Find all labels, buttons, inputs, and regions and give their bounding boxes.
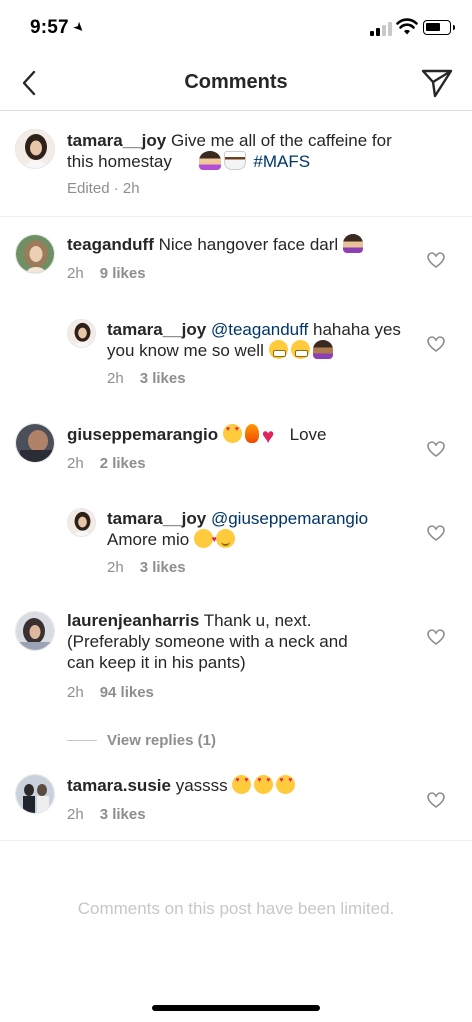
- heart-eyes-emoji: [276, 775, 296, 794]
- relieved-emoji: [215, 529, 235, 548]
- divider: [0, 840, 472, 841]
- location-arrow-icon: ➤: [69, 18, 89, 37]
- comment-username[interactable]: tamara__joy: [107, 509, 206, 528]
- avatar[interactable]: [15, 611, 55, 651]
- view-replies-label: View replies (1): [107, 731, 216, 749]
- person-facepalming-emoji: [342, 234, 363, 253]
- comment-username[interactable]: laurenjeanharris: [67, 611, 199, 630]
- page-title: Comments: [184, 71, 288, 93]
- comment-text: tamara__joy @giuseppemarangio Amore mio: [107, 508, 407, 550]
- comment-body: Thank u, next.: [203, 611, 312, 630]
- avatar[interactable]: [15, 129, 55, 169]
- comment-body: Amore mio: [107, 530, 190, 549]
- comment-time: 2h: [107, 559, 124, 576]
- comment-time: 2h: [67, 455, 84, 472]
- status-time: 9:57➤: [30, 17, 88, 39]
- avatar[interactable]: [15, 774, 55, 814]
- comment-body: Love: [289, 425, 327, 444]
- comment-username[interactable]: tamara__joy: [67, 131, 166, 150]
- direct-message-icon[interactable]: [420, 67, 454, 99]
- likes-count[interactable]: 3 likes: [140, 370, 186, 387]
- comment-text: teaganduff Nice hangover face darl: [67, 234, 407, 255]
- view-replies-button[interactable]: View replies (1): [67, 730, 216, 750]
- comment-item: teaganduff Nice hangover face darl 2h 9 l…: [0, 217, 472, 307]
- comment-text: laurenjeanharris Thank u, next. (Prefera…: [67, 610, 407, 673]
- comment-text: giuseppemarangio ♥ Love: [67, 424, 407, 448]
- person-facepalming-emoji: [312, 340, 333, 359]
- caption-meta: Edited · 2h: [67, 180, 140, 197]
- status-bar: 9:57➤: [0, 0, 472, 56]
- avatar[interactable]: [67, 319, 96, 348]
- comment-meta: 2h 94 likes: [67, 684, 154, 701]
- comment-text: tamara__joy @teaganduff hahaha yes you k…: [107, 319, 407, 361]
- mention-link[interactable]: @teaganduff: [211, 320, 308, 339]
- hashtag-link[interactable]: #MAFS: [253, 152, 310, 171]
- reply-item: tamara__joy @giuseppemarangio Amore mio …: [0, 497, 472, 597]
- comment-body: Nice hangover face darl: [158, 235, 339, 254]
- avatar[interactable]: [67, 508, 96, 537]
- comment-time: 2h: [107, 370, 124, 387]
- mention-link[interactable]: @giuseppemarangio: [211, 509, 368, 528]
- nav-bar: Comments: [0, 56, 472, 111]
- comment-username[interactable]: tamara__joy: [107, 320, 206, 339]
- fire-emoji: [244, 424, 259, 443]
- likes-count[interactable]: 3 likes: [100, 806, 146, 823]
- heart-eyes-emoji: [232, 775, 252, 794]
- like-heart-icon[interactable]: [427, 525, 445, 541]
- comment-meta: 2h 3 likes: [67, 806, 146, 823]
- comment-item: tamara.susie yassss 2h 3 likes: [0, 760, 472, 840]
- comment-item: laurenjeanharris Thank u, next. (Prefera…: [0, 597, 472, 717]
- like-heart-icon[interactable]: [427, 629, 445, 645]
- red-heart-emoji: ♥: [261, 425, 275, 448]
- avatar[interactable]: [15, 234, 55, 274]
- comment-time: 2h: [67, 684, 84, 701]
- comment-body: yassss: [175, 776, 228, 795]
- grimacing-emoji: [290, 340, 310, 359]
- kissing-heart-emoji: [193, 529, 217, 550]
- comment-username[interactable]: giuseppemarangio: [67, 425, 218, 444]
- caption-text: tamara__joy Give me all of the caffeine …: [67, 130, 407, 172]
- like-heart-icon[interactable]: [427, 336, 445, 352]
- reply-item: tamara__joy @teaganduff hahaha yes you k…: [0, 307, 472, 407]
- likes-count[interactable]: 9 likes: [100, 265, 146, 282]
- comment-time: 2h: [67, 265, 84, 282]
- grimacing-emoji: [268, 340, 288, 359]
- comment-meta: 2h 2 likes: [67, 455, 146, 472]
- comment-username[interactable]: tamara.susie: [67, 776, 171, 795]
- likes-count[interactable]: 94 likes: [100, 684, 154, 701]
- comment-time: 2h: [67, 806, 84, 823]
- shrug-emoji: [198, 151, 221, 170]
- avatar[interactable]: [15, 423, 55, 463]
- likes-count[interactable]: 3 likes: [140, 559, 186, 576]
- divider-line: [67, 739, 97, 741]
- cellular-signal-icon: [370, 22, 392, 36]
- like-heart-icon[interactable]: [427, 252, 445, 268]
- wifi-icon: [396, 18, 418, 35]
- likes-count[interactable]: 2 likes: [100, 455, 146, 472]
- post-caption: tamara__joy Give me all of the caffeine …: [0, 111, 472, 217]
- like-heart-icon[interactable]: [427, 792, 445, 808]
- comment-body-line: can keep it in his pants): [67, 653, 246, 672]
- like-heart-icon[interactable]: [427, 441, 445, 457]
- comment-meta: 2h 3 likes: [107, 370, 186, 387]
- coffee-emoji: [223, 151, 246, 170]
- comment-text: tamara.susie yassss: [67, 775, 407, 796]
- comment-meta: 2h 3 likes: [107, 559, 186, 576]
- home-indicator[interactable]: [152, 1005, 320, 1011]
- comment-item: giuseppemarangio ♥ Love 2h 2 likes: [0, 407, 472, 497]
- battery-icon: [423, 20, 455, 35]
- comments-limited-notice: Comments on this post have been limited.: [77, 899, 395, 918]
- time-text: 9:57: [30, 17, 69, 38]
- comment-body-line: (Preferably someone with a neck and: [67, 632, 348, 651]
- comment-username[interactable]: teaganduff: [67, 235, 154, 254]
- heart-eyes-emoji: [254, 775, 274, 794]
- heart-eyes-emoji: [222, 424, 242, 443]
- comment-meta: 2h 9 likes: [67, 265, 146, 282]
